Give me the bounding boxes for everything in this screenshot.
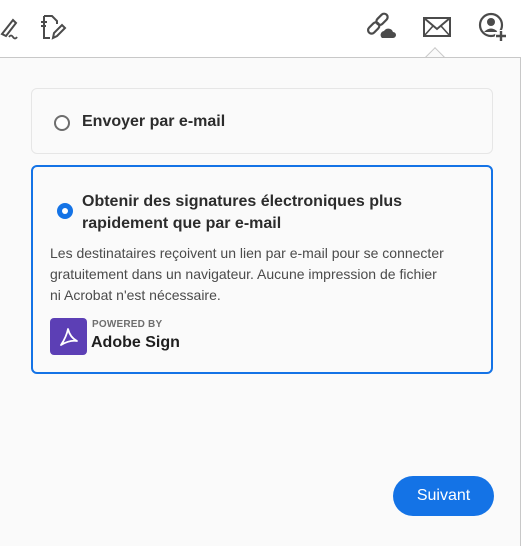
description-line-1: Les destinataires reçoivent un lien par … [50,245,444,261]
title-line-1: Obtenir des signatures électroniques plu… [82,193,403,210]
next-button[interactable]: Suivant [393,476,494,516]
option-request-signatures-title: Obtenir des signatures électroniques plu… [82,191,442,235]
mail-icon[interactable] [420,10,454,44]
description-line-2: gratuitement dans un navigateur. Aucune … [50,266,437,282]
share-link-icon[interactable] [364,10,398,44]
brand-name: Adobe Sign [91,334,180,351]
add-user-icon[interactable] [476,10,510,44]
adobe-sign-logo-icon [50,318,87,355]
edit-document-icon[interactable] [35,10,69,44]
option-send-email[interactable]: Envoyer par e-mail [31,88,493,154]
option-send-email-label: Envoyer par e-mail [82,113,226,130]
top-toolbar [0,0,524,56]
title-line-2: rapidement que par e-mail [82,215,282,232]
radio-request-signatures[interactable] [57,203,73,219]
radio-send-email[interactable] [54,115,70,131]
powered-by-label: POWERED BY [92,319,163,330]
option-request-signatures[interactable]: Obtenir des signatures électroniques plu… [31,165,493,374]
option-request-signatures-description: Les destinataires reçoivent un lien par … [50,243,480,306]
description-line-3: ni Acrobat n'est nécessaire. [50,287,221,303]
signature-icon[interactable] [0,10,28,44]
